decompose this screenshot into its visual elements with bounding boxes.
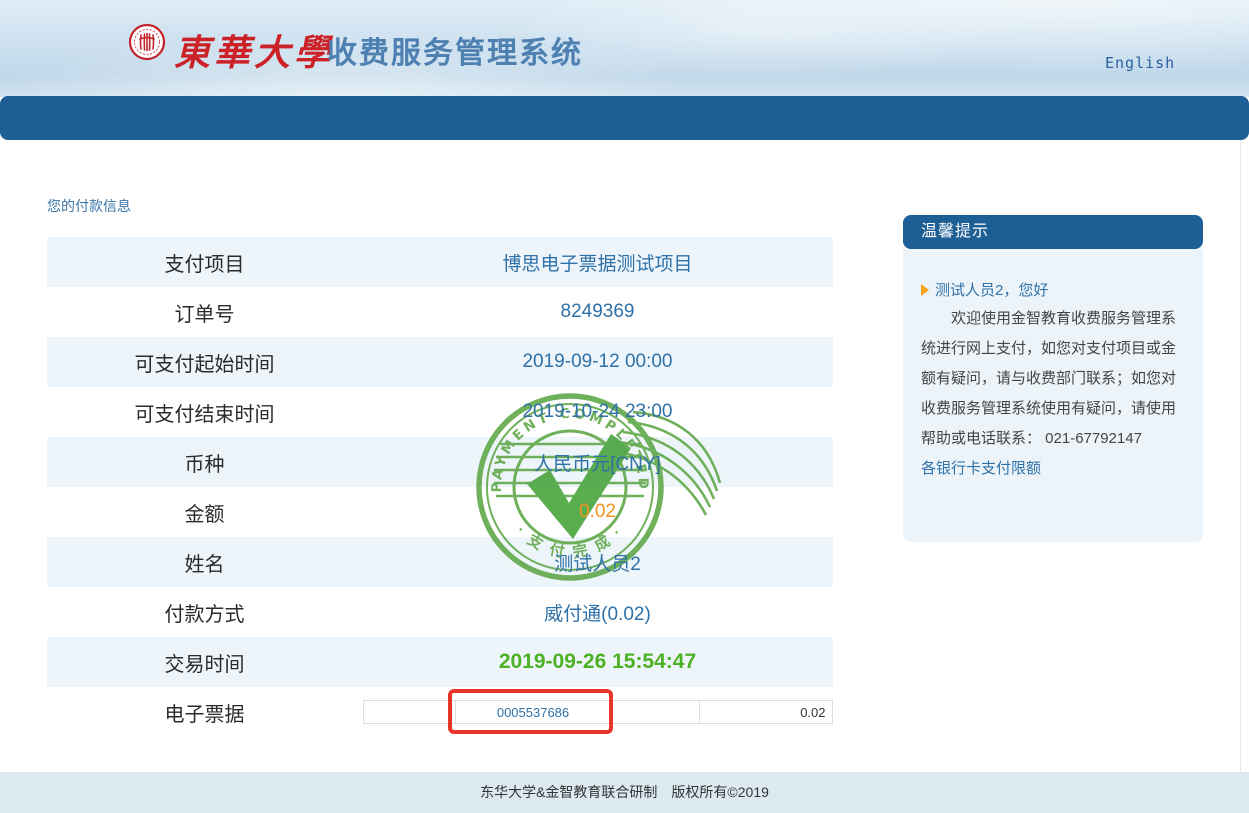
arrow-right-icon bbox=[921, 284, 929, 296]
main-navbar bbox=[0, 96, 1249, 140]
table-row: 交易时间 2019-09-26 15:54:47 bbox=[47, 637, 833, 687]
ebill-number-link[interactable]: 0005537686 bbox=[456, 701, 612, 723]
row-label: 交易时间 bbox=[47, 648, 362, 677]
row-value: 8249369 bbox=[362, 301, 833, 323]
row-value: 2019-10-24 23:00 bbox=[362, 401, 833, 423]
ebill-empty-cell bbox=[364, 701, 456, 723]
row-label: 付款方式 bbox=[47, 598, 362, 627]
table-row: 金额 0.02 bbox=[47, 487, 833, 537]
tips-panel-body: 测试人员2，您好 欢迎使用金智教育收费服务管理系统进行网上支付，如您对支付项目或… bbox=[903, 249, 1203, 542]
payment-info-section-title: 您的付款信息 bbox=[47, 196, 131, 216]
row-label: 电子票据 bbox=[47, 698, 362, 727]
page-footer: 东华大学&金智教育联合研制 版权所有©2019 bbox=[0, 772, 1249, 813]
table-row: 付款方式 威付通(0.02) bbox=[47, 587, 833, 637]
row-value: 2019-09-12 00:00 bbox=[362, 351, 833, 373]
table-row: 订单号 8249369 bbox=[47, 287, 833, 337]
tips-panel-header: 温馨提示 bbox=[903, 215, 1203, 249]
ebill-inner-table: 0005537686 0.02 bbox=[363, 700, 833, 724]
university-name: 東華大學 bbox=[174, 24, 334, 76]
row-label: 可支付起始时间 bbox=[47, 348, 362, 377]
greeting-row: 测试人员2，您好 bbox=[921, 279, 1185, 300]
table-row: 可支付结束时间 2019-10-24 23:00 bbox=[47, 387, 833, 437]
user-greeting-link[interactable]: 测试人员2，您好 bbox=[935, 279, 1048, 300]
copyright-text: 东华大学&金智教育联合研制 版权所有©2019 bbox=[480, 784, 769, 800]
ebill-empty-cell bbox=[612, 701, 700, 723]
table-row: 币种 人民币元[CNY] bbox=[47, 437, 833, 487]
table-row: 姓名 测试人员2 bbox=[47, 537, 833, 587]
payment-info-table: 支付项目 博思电子票据测试项目 订单号 8249369 可支付起始时间 2019… bbox=[47, 237, 833, 737]
english-language-link[interactable]: English bbox=[1105, 54, 1175, 72]
row-label: 金额 bbox=[47, 498, 362, 527]
table-row-ebill: 电子票据 0005537686 0.02 bbox=[47, 687, 833, 737]
row-label: 订单号 bbox=[47, 298, 362, 327]
row-label: 姓名 bbox=[47, 548, 362, 577]
table-row: 支付项目 博思电子票据测试项目 bbox=[47, 237, 833, 287]
page: 東華大學 收费服务管理系统 English 您的付款信息 支付项目 博思电子票据… bbox=[0, 0, 1249, 813]
row-label: 支付项目 bbox=[47, 248, 362, 277]
system-title: 收费服务管理系统 bbox=[327, 28, 583, 72]
transaction-time-value: 2019-09-26 15:54:47 bbox=[362, 650, 833, 674]
row-value: 博思电子票据测试项目 bbox=[362, 249, 833, 276]
university-seal-icon bbox=[128, 23, 166, 61]
ebill-amount: 0.02 bbox=[700, 701, 832, 723]
tips-paragraph: 欢迎使用金智教育收费服务管理系统进行网上支付，如您对支付项目或金额有疑问，请与收… bbox=[921, 304, 1185, 454]
page-right-edge-divider bbox=[1240, 140, 1241, 772]
row-label: 可支付结束时间 bbox=[47, 398, 362, 427]
amount-value: 0.02 bbox=[362, 501, 833, 523]
bank-card-limit-link[interactable]: 各银行卡支付限额 bbox=[921, 454, 1041, 484]
row-value: 威付通(0.02) bbox=[362, 599, 833, 626]
ebill-value-cell: 0005537686 0.02 bbox=[362, 700, 833, 724]
site-header: 東華大學 收费服务管理系统 English bbox=[0, 0, 1249, 97]
row-label: 币种 bbox=[47, 448, 362, 477]
row-value: 人民币元[CNY] bbox=[362, 449, 833, 476]
table-row: 可支付起始时间 2019-09-12 00:00 bbox=[47, 337, 833, 387]
row-value: 测试人员2 bbox=[362, 549, 833, 576]
